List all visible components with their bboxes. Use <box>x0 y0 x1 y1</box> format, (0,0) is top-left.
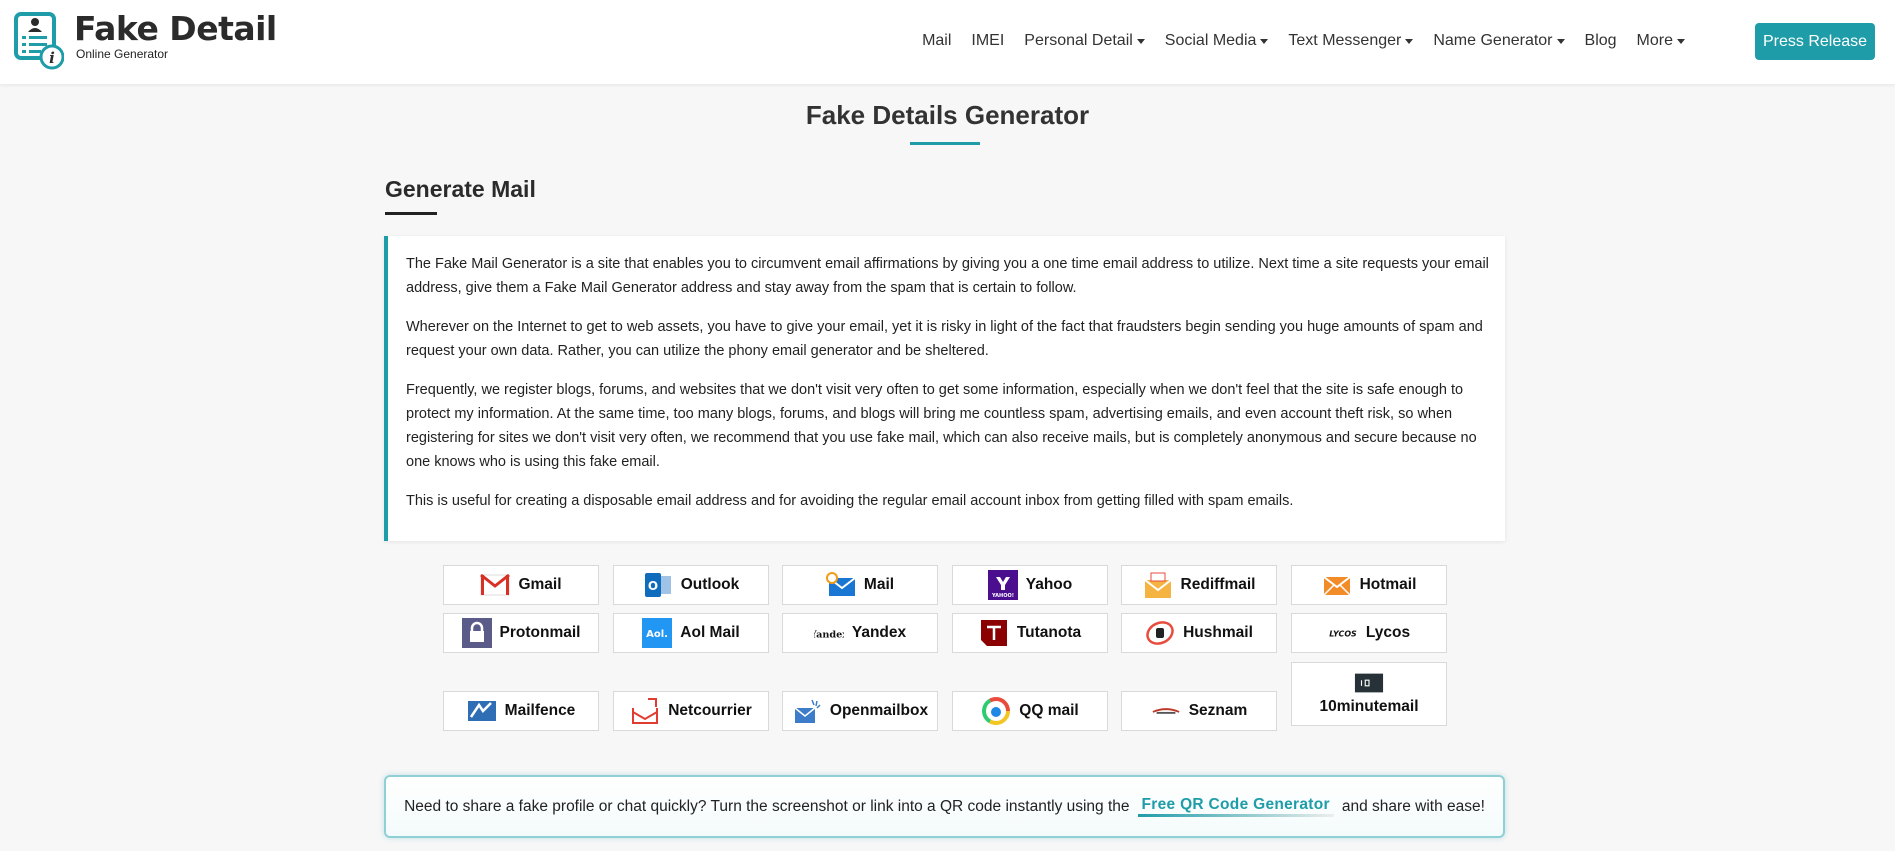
provider-seznam[interactable]: Seznam <box>1121 691 1277 731</box>
tutanota-icon <box>979 618 1009 648</box>
protonmail-icon <box>461 618 492 648</box>
description-box: The Fake Mail Generator is a site that e… <box>384 236 1505 541</box>
press-release-button[interactable]: Press Release <box>1755 23 1875 60</box>
hotmail-icon <box>1322 570 1352 600</box>
gmail-icon <box>480 570 511 600</box>
provider-10minutemail[interactable]: 10minutemail <box>1291 662 1447 726</box>
yandex-icon: Yandex <box>814 618 844 648</box>
section-underline <box>385 212 437 215</box>
provider-mailfence[interactable]: Mailfence <box>443 691 599 731</box>
provider-yandex[interactable]: Yandex Yandex <box>782 613 938 653</box>
qq-mail-icon <box>981 696 1011 726</box>
brand-subtitle: Online Generator <box>76 47 169 61</box>
nav-item-mail[interactable]: Mail <box>922 32 951 50</box>
description-paragraph: Frequently, we register blogs, forums, a… <box>406 382 1477 470</box>
rediffmail-icon <box>1143 570 1173 600</box>
qr-promo-text: Need to share a fake profile or chat qui… <box>404 797 1130 815</box>
provider-aol-mail[interactable]: Aol. Aol Mail <box>613 613 769 653</box>
caret-down-icon <box>1556 38 1565 44</box>
description-paragraph: This is useful for creating a disposable… <box>406 493 1294 509</box>
caret-down-icon <box>1260 38 1269 44</box>
seznam-icon <box>1151 696 1181 726</box>
netcourrier-icon <box>630 696 660 726</box>
nav-item-blog[interactable]: Blog <box>1585 32 1617 50</box>
provider-protonmail[interactable]: Protonmail <box>443 613 599 653</box>
yahoo-icon: YAHOO! <box>987 570 1018 600</box>
nav-item-more[interactable]: More <box>1637 32 1685 50</box>
mail-icon <box>825 570 856 600</box>
provider-netcourrier[interactable]: Netcourrier <box>613 691 769 731</box>
qr-generator-link[interactable]: Free QR Code Generator <box>1137 796 1334 817</box>
provider-mail[interactable]: Mail <box>782 565 938 605</box>
provider-qq-mail[interactable]: QQ mail <box>952 691 1108 731</box>
nav-item-social-media[interactable]: Social Media <box>1165 32 1269 50</box>
mailfence-icon <box>467 696 497 726</box>
logo-icon: i <box>14 12 65 70</box>
description-paragraph: Wherever on the Internet to get to web a… <box>406 319 1483 359</box>
provider-hotmail[interactable]: Hotmail <box>1291 565 1447 605</box>
provider-openmailbox[interactable]: Openmailbox <box>782 691 938 731</box>
caret-down-icon <box>1405 38 1414 44</box>
description-paragraph: The Fake Mail Generator is a site that e… <box>406 256 1489 296</box>
outlook-icon: O <box>643 570 673 600</box>
svg-text:YAHOO!: YAHOO! <box>991 593 1014 599</box>
provider-outlook[interactable]: O Outlook <box>613 565 769 605</box>
aol-icon: Aol. <box>642 618 673 648</box>
nav-item-imei[interactable]: IMEI <box>971 32 1004 50</box>
hushmail-icon <box>1145 618 1175 648</box>
qr-promo-text-end: and share with ease! <box>1341 797 1485 815</box>
svg-text:O: O <box>648 579 658 593</box>
page-title: Fake Details Generator <box>805 100 1090 130</box>
brand-title: Fake Detail <box>74 9 277 48</box>
svg-text:Aol.: Aol. <box>646 629 668 640</box>
provider-hushmail[interactable]: Hushmail <box>1121 613 1277 653</box>
site-logo[interactable]: i Fake Detail Online Generator <box>14 12 277 70</box>
lycos-icon: LYCOS <box>1328 618 1358 648</box>
openmailbox-icon <box>792 696 822 726</box>
qr-promo-banner: Need to share a fake profile or chat qui… <box>384 775 1505 838</box>
caret-down-icon <box>1677 38 1685 44</box>
provider-tutanota[interactable]: Tutanota <box>952 613 1108 653</box>
10minutemail-icon <box>1354 672 1384 694</box>
nav-item-personal-detail[interactable]: Personal Detail <box>1024 32 1145 50</box>
title-underline <box>910 142 980 145</box>
provider-rediffmail[interactable]: Rediffmail <box>1121 565 1277 605</box>
nav-item-name-generator[interactable]: Name Generator <box>1433 32 1565 50</box>
provider-gmail[interactable]: Gmail <box>443 565 599 605</box>
svg-text:LYCOS: LYCOS <box>1329 630 1357 639</box>
main-nav: Mail IMEI Personal Detail Social Media T… <box>902 32 1685 50</box>
provider-lycos[interactable]: LYCOS Lycos <box>1291 613 1447 653</box>
svg-text:Yandex: Yandex <box>814 629 844 640</box>
section-title: Generate Mail <box>385 176 536 202</box>
nav-item-text-messenger[interactable]: Text Messenger <box>1288 32 1414 50</box>
site-header: i Fake Detail Online Generator Mail IMEI… <box>0 0 1895 84</box>
caret-down-icon <box>1136 38 1145 44</box>
provider-yahoo[interactable]: YAHOO! Yahoo <box>952 565 1108 605</box>
svg-text:i: i <box>49 49 55 67</box>
